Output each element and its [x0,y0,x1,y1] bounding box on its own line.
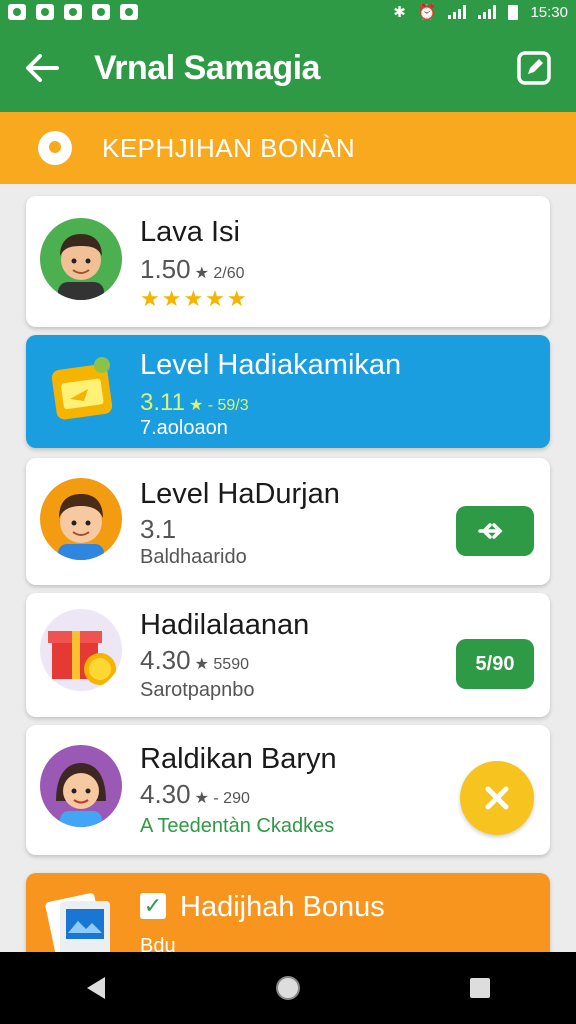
shuffle-icon [478,523,503,539]
notification-icon [120,4,138,20]
nav-recents-button[interactable] [450,958,510,1018]
item-rating: 4.30 ★ - 290 [140,779,250,810]
coin-icon [38,131,72,165]
cell-signal-icon [478,5,497,19]
item-subtitle: A Teedentàn Ckadkes [140,815,335,837]
item-rating: 1.50 ★ 2/60 [140,254,245,285]
rating-value: 4.30 [140,645,191,675]
avatar [40,218,122,300]
banner-text: KEPHJIHAN BONÀN [102,132,356,163]
system-navigation-bar [0,952,576,1024]
close-icon [485,786,509,810]
item-rating: 3.11 ★ - 59/3 [140,389,249,417]
list-item[interactable]: Raldikan Baryn 4.30 ★ - 290 A Teedentàn … [26,725,550,855]
rating-note: ★ 5590 [194,656,249,673]
item-subtitle: Baldhaarido [140,546,247,568]
bluetooth-icon: ✱ [393,4,406,21]
list-item-highlighted[interactable]: Level Hadiakamikan 3.11 ★ - 59/3 7.aoloa… [26,335,550,448]
rating-value: 4.30 [140,779,191,809]
square-recents-icon [470,978,490,998]
notification-icons [8,4,138,20]
item-rating: 3.1 [140,514,176,545]
item-title: Hadilalaanan [140,609,310,641]
item-title: Level Hadiakamikan [140,349,402,381]
bonus-checkbox[interactable]: ✓ [140,893,166,919]
rating-note: ★ - 290 [194,790,250,807]
avatar [40,745,122,827]
wifi-signal-icon [448,5,467,19]
notification-icon [92,4,110,20]
app-bar: Vrnal Samagia [0,24,576,112]
action-button[interactable]: 5/90 [456,639,534,689]
circle-home-icon [276,976,300,1000]
battery-icon [508,4,519,20]
bonus-banner[interactable]: KEPHJIHAN BONÀN [0,112,576,184]
action-button[interactable] [456,506,534,556]
rating-value: 1.50 [140,254,191,284]
nav-back-button[interactable] [66,958,126,1018]
list-item[interactable]: Lava Isi 1.50 ★ 2/60 ★★★★★ [26,196,550,327]
list-item[interactable]: Level HaDurjan 3.1 Baldhaarido [26,458,550,585]
list-item-bonus[interactable]: ✓ Hadijhah Bonus Bdu [26,873,550,957]
dismiss-button[interactable] [460,761,534,835]
edit-icon [517,51,551,85]
rating-value: 3.1 [140,514,177,544]
item-subtitle: Sarotpapnbo [140,679,255,701]
item-title: Raldikan Baryn [140,743,337,775]
item-title: Lava Isi [140,216,240,248]
item-title: Hadijhah Bonus [180,891,385,923]
status-bar: ✱ ⏰ 15:30 [0,0,576,24]
notification-icon [36,4,54,20]
alarm-icon: ⏰ [417,4,437,21]
notification-icon [64,4,82,20]
item-subtitle: 7.aoloaon [140,417,228,439]
notification-icon [8,4,26,20]
list-item[interactable]: Hadilalaanan 4.30 ★ 5590 Sarotpapnbo 5/9… [26,593,550,717]
rating-note: ★ - 59/3 [188,397,249,414]
edit-button[interactable] [514,48,554,88]
system-icons: ✱ ⏰ 15:30 [393,3,568,22]
back-button[interactable] [22,48,62,88]
status-time: 15:30 [530,3,568,21]
back-arrow-icon [26,54,59,82]
item-rating: 4.30 ★ 5590 [140,645,249,676]
rating-note: ★ 2/60 [194,265,245,282]
item-title: Level HaDurjan [140,478,340,510]
nav-home-button[interactable] [258,958,318,1018]
gift-icon [40,609,122,691]
star-rating: ★★★★★ [140,286,249,311]
ticket-icon [40,351,122,433]
triangle-back-icon [87,977,105,999]
page-title: Vrnal Samagia [94,48,320,87]
rating-value: 3.11 [140,389,185,416]
avatar [40,478,122,560]
